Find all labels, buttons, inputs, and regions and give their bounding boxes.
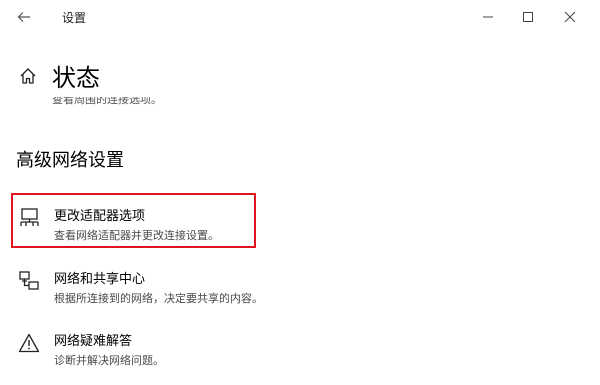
item-title: 更改适配器选项: [54, 209, 146, 224]
scrolled-text-label: 查看周围的连接选项。: [52, 97, 162, 106]
item-description: 根据所连接到的网络，决定要共享的内容。: [54, 292, 263, 305]
warning-icon: [18, 332, 40, 354]
page-title: 状态: [52, 64, 100, 92]
back-button[interactable]: [10, 6, 38, 28]
scrolled-text: 查看周围的连接选项。: [52, 97, 252, 107]
item-description: 诊断并解决网络问题。: [54, 354, 164, 367]
home-icon: [20, 68, 36, 84]
network-sharing-center-link[interactable]: 网络和共享中心 根据所连接到的网络，决定要共享的内容。: [14, 268, 264, 318]
item-title: 网络和共享中心: [54, 272, 146, 287]
maximize-icon: [523, 12, 533, 22]
minimize-button[interactable]: [468, 4, 508, 30]
maximize-button[interactable]: [508, 4, 548, 30]
network-troubleshooter-link[interactable]: 网络疑难解答 诊断并解决网络问题。: [14, 330, 264, 380]
page-header: 状态: [0, 50, 600, 98]
adapter-icon: [18, 207, 40, 229]
network-sharing-icon: [18, 270, 40, 292]
minimize-icon: [483, 16, 493, 18]
section-title: 高级网络设置: [16, 150, 124, 171]
item-title: 网络疑难解答: [54, 334, 133, 349]
item-description: 查看网络适配器并更改连接设置。: [54, 229, 219, 242]
window-title: 设置: [62, 11, 87, 25]
close-icon: [564, 11, 576, 23]
back-arrow-icon: [17, 12, 30, 22]
home-button[interactable]: [18, 66, 38, 86]
title-bar: 设置: [0, 0, 600, 34]
close-button[interactable]: [550, 4, 590, 30]
change-adapter-options-link[interactable]: 更改适配器选项 查看网络适配器并更改连接设置。: [14, 205, 264, 255]
